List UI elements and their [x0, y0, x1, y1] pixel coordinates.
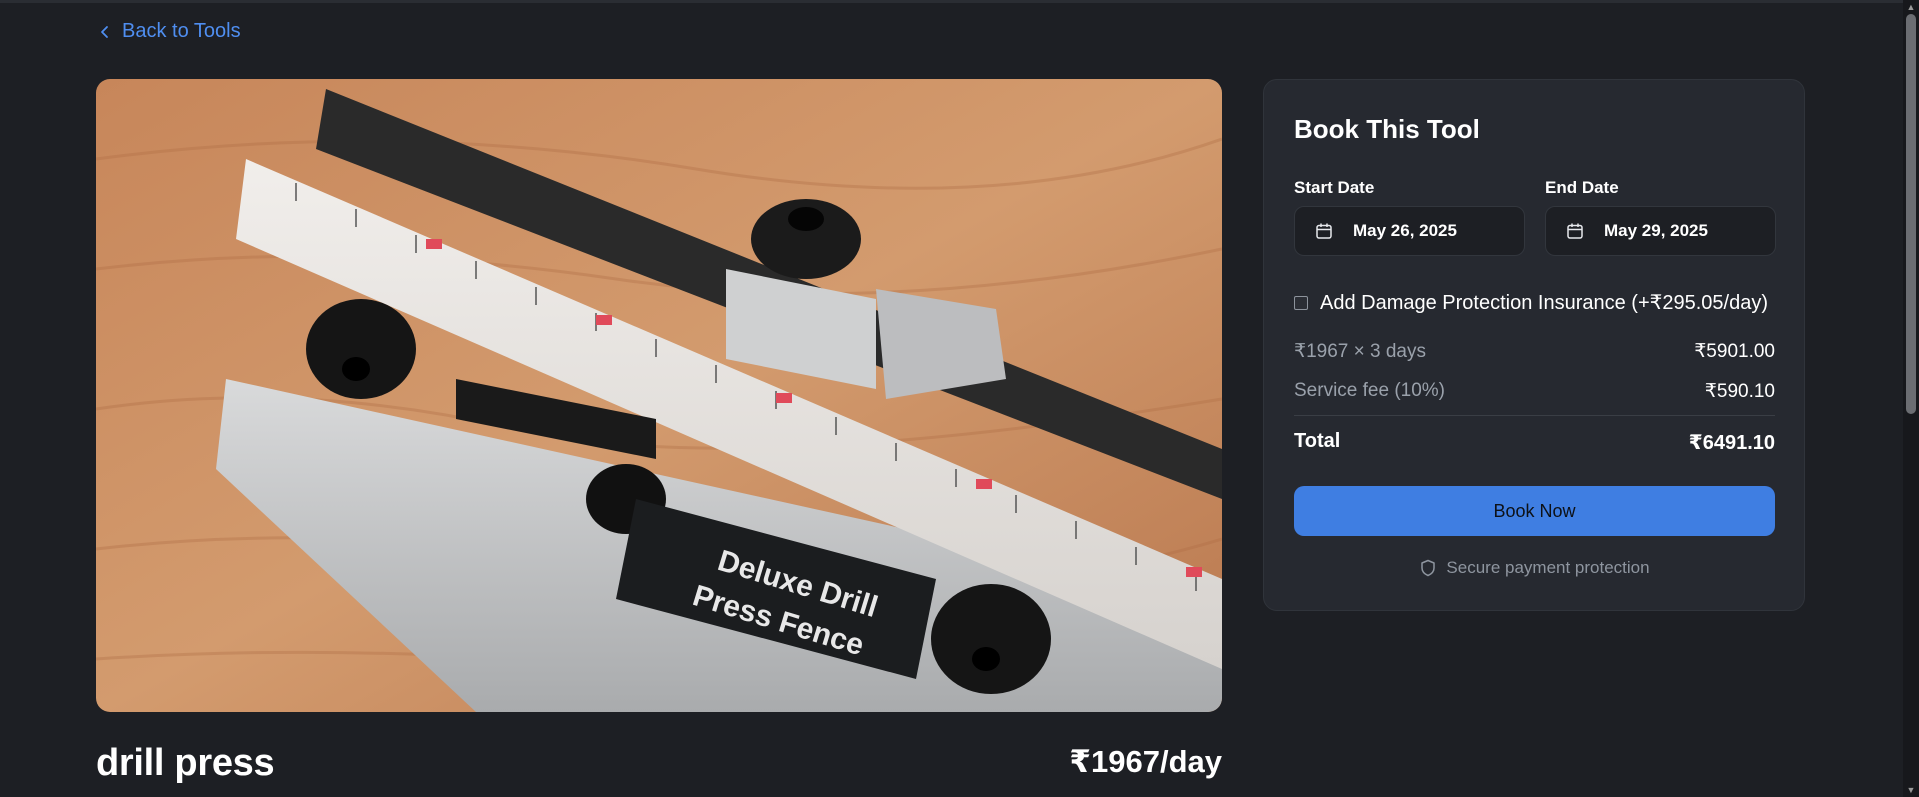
price-divider — [1294, 415, 1775, 416]
start-date-label: Start Date — [1294, 178, 1375, 197]
scroll-up-arrow-icon[interactable]: ▲ — [1906, 2, 1916, 12]
end-date-picker[interactable]: May 29, 2025 — [1545, 206, 1776, 256]
insurance-option[interactable]: Add Damage Protection Insurance (+₹295.0… — [1294, 290, 1768, 315]
secure-payment-text: Secure payment protection — [1446, 558, 1650, 577]
tool-image: Deluxe Drill Press Fence — [96, 79, 1222, 712]
start-date-group: Start Date May 26, 2025 — [1294, 178, 1525, 256]
booking-card: Book This Tool Start Date May 26, 2025 E… — [1263, 79, 1805, 611]
calendar-icon — [1567, 223, 1583, 239]
drill-press-fence-photo: Deluxe Drill Press Fence — [96, 79, 1222, 712]
chevron-left-icon — [101, 25, 108, 38]
tool-name: drill press — [96, 742, 275, 784]
rental-line-value: ₹5901.00 — [1694, 341, 1775, 362]
total-line-item: Total ₹6491.10 — [1294, 430, 1775, 455]
scroll-down-arrow-icon[interactable]: ▼ — [1906, 785, 1916, 795]
start-date-value: May 26, 2025 — [1353, 221, 1457, 240]
shield-icon — [1421, 559, 1436, 577]
book-now-button[interactable]: Book Now — [1294, 486, 1775, 536]
rental-line-label: ₹1967 × 3 days — [1294, 341, 1426, 362]
end-date-group: End Date May 29, 2025 — [1545, 178, 1776, 256]
back-link-label: Back to Tools — [122, 20, 241, 42]
total-label: Total — [1294, 430, 1341, 452]
insurance-label: Add Damage Protection Insurance (+₹295.0… — [1320, 292, 1768, 314]
scrollbar-thumb[interactable] — [1906, 14, 1916, 414]
back-to-tools-link[interactable]: Back to Tools — [98, 20, 241, 43]
rental-line-item: ₹1967 × 3 days ₹5901.00 — [1294, 340, 1775, 363]
service-fee-label: Service fee (10%) — [1294, 380, 1446, 401]
total-value: ₹6491.10 — [1688, 432, 1775, 454]
booking-title: Book This Tool — [1294, 114, 1480, 144]
service-fee-value: ₹590.10 — [1704, 381, 1775, 402]
calendar-icon — [1316, 223, 1332, 239]
end-date-label: End Date — [1545, 178, 1619, 197]
page-scrollbar[interactable]: ▲ ▼ — [1903, 0, 1919, 797]
top-border — [0, 0, 1903, 3]
service-fee-line-item: Service fee (10%) ₹590.10 — [1294, 380, 1775, 403]
end-date-value: May 29, 2025 — [1604, 221, 1708, 240]
start-date-picker[interactable]: May 26, 2025 — [1294, 206, 1525, 256]
secure-payment-note: Secure payment protection — [1264, 558, 1806, 578]
insurance-checkbox[interactable] — [1294, 295, 1308, 310]
tool-daily-price: ₹1967/day — [1069, 744, 1222, 779]
